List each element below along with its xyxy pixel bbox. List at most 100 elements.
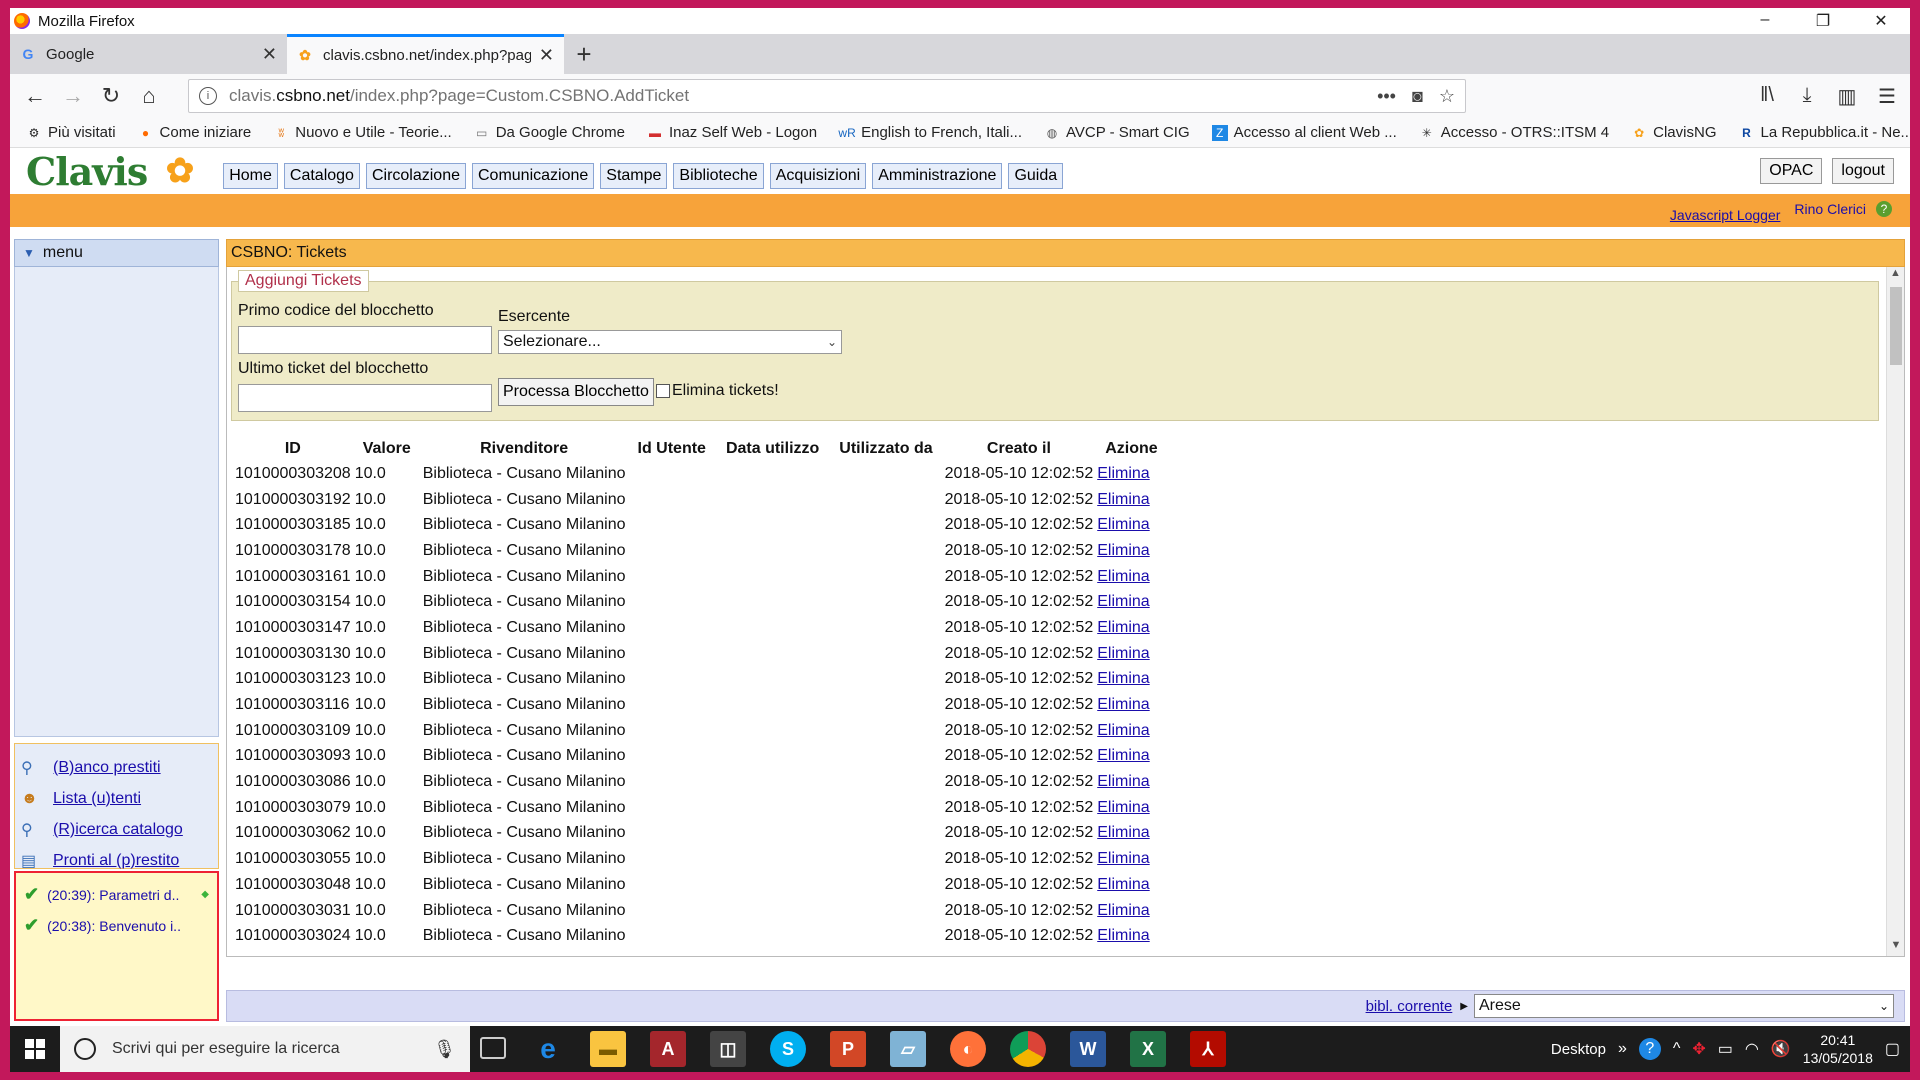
- bookmark-item[interactable]: ✿ ClavisNG: [1631, 124, 1716, 141]
- powerpoint-icon[interactable]: P: [830, 1031, 866, 1067]
- first-code-input[interactable]: [238, 326, 492, 354]
- close-window-button[interactable]: ✕: [1852, 11, 1910, 31]
- logout-button[interactable]: logout: [1832, 158, 1894, 184]
- merchant-select[interactable]: Selezionare... ⌄: [498, 330, 842, 354]
- delete-ticket-link[interactable]: Elimina: [1097, 542, 1149, 559]
- chrome-icon[interactable]: [1010, 1031, 1046, 1067]
- delete-tickets-checkbox[interactable]: Elimina tickets!: [656, 382, 779, 400]
- delete-ticket-link[interactable]: Elimina: [1097, 722, 1149, 739]
- access-icon[interactable]: A: [650, 1031, 686, 1067]
- bookmark-item[interactable]: ▬ Inaz Self Web - Logon: [647, 124, 817, 141]
- menu-catalogo[interactable]: Catalogo: [283, 163, 360, 189]
- scroll-up-icon[interactable]: ▲: [1887, 267, 1904, 285]
- excel-icon[interactable]: X: [1130, 1031, 1166, 1067]
- last-ticket-input[interactable]: [238, 384, 492, 412]
- library-icon[interactable]: ‖\: [1754, 84, 1780, 109]
- battery-icon[interactable]: ▭: [1718, 1039, 1733, 1059]
- vertical-scrollbar[interactable]: ▲ ▼: [1886, 267, 1904, 956]
- user-name[interactable]: Rino Clerici: [1794, 201, 1866, 217]
- shortcut-link[interactable]: (B)anco prestiti: [53, 759, 161, 777]
- sidebar-menu-header[interactable]: ▼ menu: [14, 239, 219, 267]
- start-button[interactable]: [10, 1026, 60, 1072]
- scroll-thumb[interactable]: [1890, 287, 1902, 365]
- menu-stampe[interactable]: Stampe: [600, 163, 668, 189]
- delete-ticket-link[interactable]: Elimina: [1097, 824, 1149, 841]
- menu-comunicazione[interactable]: Comunicazione: [472, 163, 595, 189]
- bookmark-item[interactable]: ✳ Accesso - OTRS::ITSM 4: [1419, 124, 1609, 141]
- delete-ticket-link[interactable]: Elimina: [1097, 465, 1149, 482]
- bookmark-item[interactable]: wR English to French, Itali...: [838, 124, 1022, 141]
- notice-item[interactable]: ✔ (20:39): Parametri d.. ◆: [24, 879, 209, 910]
- bookmark-star-icon[interactable]: ☆: [1439, 86, 1455, 107]
- clavis-logo[interactable]: Clavis ✿: [26, 149, 194, 194]
- delete-ticket-link[interactable]: Elimina: [1097, 902, 1149, 919]
- page-actions-icon[interactable]: •••: [1377, 86, 1396, 107]
- delete-ticket-link[interactable]: Elimina: [1097, 516, 1149, 533]
- chevron-double-right-icon[interactable]: »: [1618, 1040, 1627, 1058]
- bookmark-item[interactable]: ◍ AVCP - Smart CIG: [1044, 124, 1190, 141]
- tab-google[interactable]: G Google ✕: [10, 34, 287, 74]
- desktop-label[interactable]: Desktop: [1551, 1041, 1606, 1058]
- sidebar-icon[interactable]: ▥: [1834, 84, 1860, 109]
- delete-ticket-link[interactable]: Elimina: [1097, 696, 1149, 713]
- help-tray-icon[interactable]: ?: [1638, 1038, 1661, 1060]
- delete-ticket-link[interactable]: Elimina: [1097, 747, 1149, 764]
- home-button[interactable]: ⌂: [130, 80, 168, 112]
- restore-button[interactable]: ❐: [1794, 11, 1852, 31]
- task-view-icon[interactable]: [480, 1037, 506, 1059]
- delete-ticket-link[interactable]: Elimina: [1097, 593, 1149, 610]
- download-icon[interactable]: ⤓: [1794, 84, 1820, 109]
- dropbox-icon[interactable]: ✥: [1692, 1039, 1705, 1059]
- shortcut-link[interactable]: Pronti al (p)restito: [53, 852, 179, 870]
- chevron-up-icon[interactable]: ^: [1673, 1040, 1681, 1058]
- edge-icon[interactable]: e: [530, 1031, 566, 1067]
- minimize-button[interactable]: –: [1736, 11, 1794, 31]
- menu-biblioteche[interactable]: Biblioteche: [673, 163, 764, 189]
- delete-ticket-link[interactable]: Elimina: [1097, 876, 1149, 893]
- delete-ticket-link[interactable]: Elimina: [1097, 491, 1149, 508]
- url-bar[interactable]: i clavis. csbno.net/index.php?page=Custom…: [188, 79, 1466, 113]
- new-tab-button[interactable]: +: [564, 34, 604, 74]
- menu-circolazione[interactable]: Circolazione: [365, 163, 466, 189]
- scroll-down-icon[interactable]: ▼: [1887, 939, 1904, 956]
- opac-button[interactable]: OPAC: [1760, 158, 1823, 184]
- forward-button[interactable]: →: [54, 80, 92, 112]
- process-button[interactable]: Processa Blocchetto: [498, 378, 654, 406]
- library-select[interactable]: Arese ⌄: [1474, 994, 1894, 1018]
- store-icon[interactable]: ◫: [710, 1031, 746, 1067]
- firefox-taskbar-icon[interactable]: ◐: [950, 1031, 986, 1067]
- acrobat-icon[interactable]: ⅄: [1190, 1031, 1226, 1067]
- delete-ticket-link[interactable]: Elimina: [1097, 773, 1149, 790]
- bookmark-item[interactable]: R La Repubblica.it - Ne...: [1738, 124, 1910, 141]
- javascript-logger-link[interactable]: Javascript Logger: [1670, 207, 1781, 223]
- reload-button[interactable]: ↻: [92, 80, 130, 112]
- delete-ticket-link[interactable]: Elimina: [1097, 645, 1149, 662]
- help-icon[interactable]: ?: [1876, 201, 1892, 217]
- bookmark-item[interactable]: ▭ Da Google Chrome: [474, 124, 625, 141]
- bookmark-item[interactable]: ⚙ Più visitati: [26, 124, 116, 141]
- skype-icon[interactable]: S: [770, 1031, 806, 1067]
- bookmark-item[interactable]: Z Accesso al client Web ...: [1211, 124, 1397, 141]
- delete-ticket-link[interactable]: Elimina: [1097, 799, 1149, 816]
- microphone-icon[interactable]: 🎙: [433, 1039, 456, 1060]
- back-button[interactable]: ←: [16, 80, 54, 112]
- shortcut-link[interactable]: Lista (u)tenti: [53, 790, 141, 808]
- delete-ticket-link[interactable]: Elimina: [1097, 670, 1149, 687]
- menu-guida[interactable]: Guida: [1008, 163, 1064, 189]
- hamburger-menu-icon[interactable]: ☰: [1874, 84, 1900, 109]
- delete-ticket-link[interactable]: Elimina: [1097, 568, 1149, 585]
- checkbox-box[interactable]: [656, 384, 670, 398]
- wifi-icon[interactable]: ◠: [1745, 1039, 1759, 1059]
- menu-amministrazione[interactable]: Amministrazione: [872, 163, 1003, 189]
- clock[interactable]: 20:41 13/05/2018: [1803, 1031, 1873, 1067]
- shortcut-link[interactable]: (R)icerca catalogo: [53, 821, 183, 839]
- pocket-icon[interactable]: ◙: [1412, 86, 1423, 107]
- tab-close-icon[interactable]: ✕: [539, 45, 554, 66]
- delete-ticket-link[interactable]: Elimina: [1097, 927, 1149, 944]
- notes-icon[interactable]: ▱: [890, 1031, 926, 1067]
- volume-muted-icon[interactable]: 🔇: [1771, 1039, 1791, 1059]
- info-icon[interactable]: i: [199, 87, 217, 105]
- current-library-link[interactable]: bibl. corrente: [1366, 998, 1453, 1015]
- delete-ticket-link[interactable]: Elimina: [1097, 850, 1149, 867]
- menu-home[interactable]: Home: [223, 163, 278, 189]
